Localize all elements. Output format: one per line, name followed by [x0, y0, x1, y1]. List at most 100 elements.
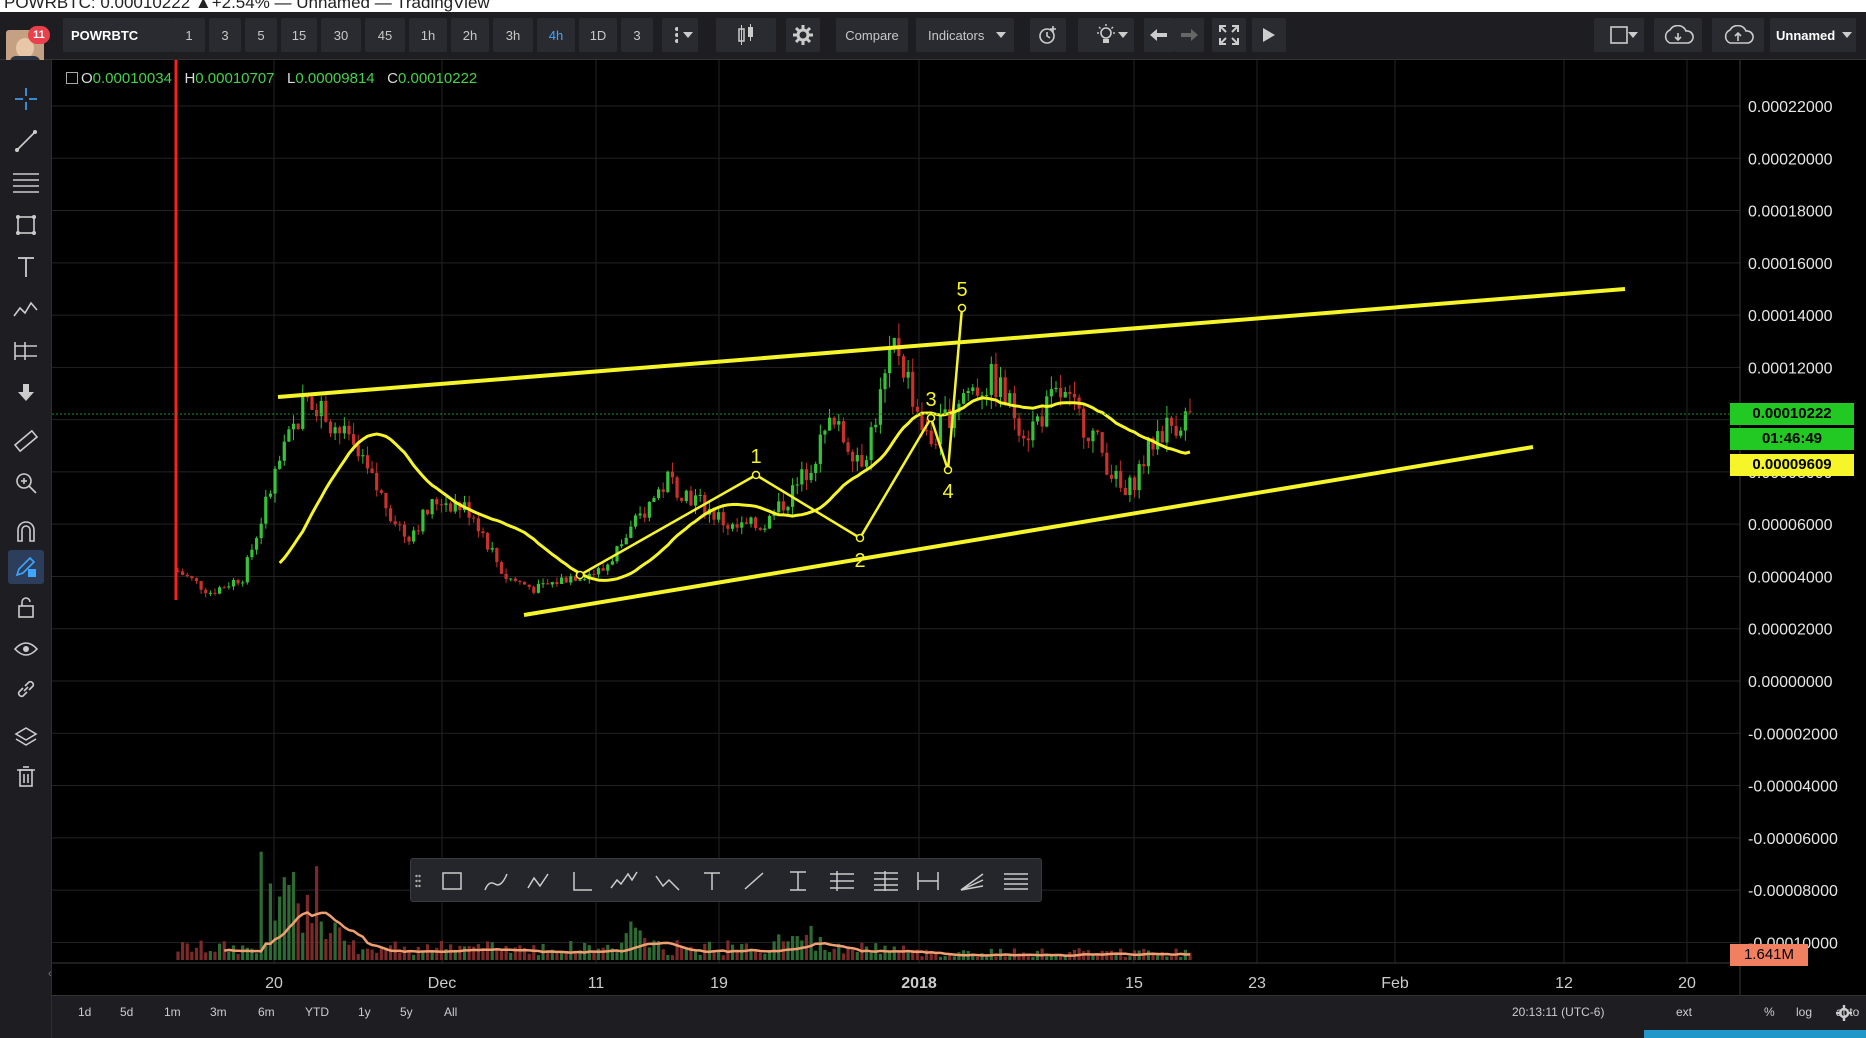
- fav-angle-icon[interactable]: [565, 865, 599, 897]
- ext-toggle[interactable]: ext: [1676, 1005, 1692, 1019]
- price-chart-svg[interactable]: 12345 0.000220000.000200000.000180000.00…: [52, 60, 1866, 995]
- interval-3h[interactable]: 3h: [493, 18, 533, 52]
- cloud-load-icon[interactable]: [1654, 18, 1702, 52]
- chart-style-candles-icon[interactable]: [716, 18, 776, 52]
- candle-body: [1054, 387, 1058, 390]
- range-1y[interactable]: 1y: [358, 1005, 371, 1019]
- candle-body: [181, 571, 185, 575]
- fav-date-range-icon[interactable]: [911, 865, 945, 897]
- candle-body: [365, 455, 370, 469]
- ruler-measure-icon[interactable]: [8, 424, 44, 458]
- rectangle-icon[interactable]: [8, 208, 44, 242]
- interval-3-custom[interactable]: 3: [621, 18, 653, 52]
- text-tool-icon[interactable]: [8, 250, 44, 284]
- stay-in-drawing-mode-icon[interactable]: [8, 550, 44, 584]
- date-tick-label: 20: [1678, 975, 1696, 992]
- candle-body: [754, 517, 758, 529]
- publish-idea-button-partial[interactable]: [1644, 1030, 1866, 1038]
- percent-toggle[interactable]: %: [1764, 1005, 1775, 1019]
- candle-body: [282, 441, 286, 461]
- fav-lines-icon[interactable]: [999, 865, 1033, 897]
- range-6m[interactable]: 6m: [258, 1005, 275, 1019]
- candle-body: [347, 425, 351, 435]
- interval-5[interactable]: 5: [245, 18, 277, 52]
- candle-body: [245, 557, 249, 583]
- fav-rectangle-icon[interactable]: [435, 865, 469, 897]
- trash-icon[interactable]: [8, 760, 44, 794]
- interval-4h[interactable]: 4h: [537, 18, 575, 52]
- trend-line-icon[interactable]: [8, 124, 44, 158]
- fav-price-range-icon[interactable]: [781, 865, 815, 897]
- settings-gear-icon[interactable]: [786, 18, 820, 52]
- chart-settings-gear-icon[interactable]: [1836, 1005, 1852, 1026]
- interval-3[interactable]: 3: [209, 18, 241, 52]
- fullscreen-icon[interactable]: [1212, 18, 1246, 52]
- candle-body: [222, 587, 226, 589]
- compare-button[interactable]: Compare: [836, 18, 908, 52]
- fav-fib-fan-icon[interactable]: [955, 865, 989, 897]
- chart-pane[interactable]: 12345 0.00022000 0.00020000 0.00018000 0.00…: [52, 60, 1866, 995]
- fav-trend-line-icon[interactable]: [737, 865, 771, 897]
- fav-elliott-correction-icon[interactable]: [651, 865, 685, 897]
- fav-pitchfork-icon[interactable]: [825, 865, 859, 897]
- undo-icon[interactable]: [1144, 18, 1174, 52]
- redo-icon[interactable]: [1174, 18, 1204, 52]
- fav-elliott-impulse-icon[interactable]: [607, 865, 641, 897]
- replay-play-icon[interactable]: [1252, 18, 1286, 52]
- arrow-down-icon[interactable]: [8, 376, 44, 410]
- lock-drawings-icon[interactable]: [8, 590, 44, 624]
- range-3m[interactable]: 3m: [210, 1005, 227, 1019]
- interval-30[interactable]: 30: [321, 18, 361, 52]
- range-1d[interactable]: 1d: [78, 1005, 91, 1019]
- link-icon[interactable]: [8, 672, 44, 706]
- range-all[interactable]: All: [444, 1005, 457, 1019]
- magnet-icon[interactable]: [8, 514, 44, 548]
- candle-body: [906, 371, 910, 378]
- layout-select-icon[interactable]: [1594, 18, 1644, 52]
- candle-body: [633, 515, 638, 527]
- range-5y[interactable]: 5y: [400, 1005, 413, 1019]
- volume-bar: [661, 949, 665, 960]
- interval-2h[interactable]: 2h: [451, 18, 489, 52]
- candle-body: [1142, 464, 1146, 467]
- layout-name-button[interactable]: Unnamed: [1770, 18, 1856, 52]
- interval-45[interactable]: 45: [365, 18, 405, 52]
- visibility-eye-icon[interactable]: [8, 632, 44, 666]
- date-tick-label: 2018: [901, 975, 937, 992]
- volume-bar: [490, 942, 494, 960]
- volume-bar: [809, 925, 813, 960]
- zoom-in-icon[interactable]: [8, 466, 44, 500]
- interval-1[interactable]: 1: [173, 18, 205, 52]
- collapse-legend-icon[interactable]: [66, 72, 78, 84]
- fav-fib-retracement-icon[interactable]: [869, 865, 903, 897]
- candle-body: [994, 364, 998, 397]
- interval-15[interactable]: 15: [281, 18, 317, 52]
- fav-abcd-pattern-icon[interactable]: [522, 865, 556, 897]
- wave-label-2: 2: [854, 550, 865, 572]
- crosshair-icon[interactable]: [8, 82, 44, 116]
- fav-brush-icon[interactable]: [479, 865, 513, 897]
- volume-bar: [1091, 955, 1095, 960]
- interval-dropdown-icon[interactable]: [678, 18, 698, 52]
- layers-icon[interactable]: [8, 720, 44, 754]
- cloud-save-icon[interactable]: [1712, 18, 1764, 52]
- range-5d[interactable]: 5d: [120, 1005, 133, 1019]
- drag-handle-icon[interactable]: [411, 865, 425, 897]
- alert-clock-icon[interactable]: [1030, 18, 1066, 52]
- price-tick-label: 0.00016000: [1748, 256, 1833, 273]
- range-ytd[interactable]: YTD: [305, 1005, 329, 1019]
- candle-body: [680, 497, 684, 501]
- prediction-tool-icon[interactable]: [8, 334, 44, 368]
- range-1m[interactable]: 1m: [164, 1005, 181, 1019]
- indicators-button[interactable]: Indicators: [916, 18, 1014, 52]
- symbol-search[interactable]: POWRBTC: [63, 18, 173, 52]
- interval-1h[interactable]: 1h: [409, 18, 447, 52]
- interval-1D[interactable]: 1D: [579, 18, 617, 52]
- idea-lightbulb-icon[interactable]: [1078, 18, 1134, 52]
- log-toggle[interactable]: log: [1796, 1005, 1812, 1019]
- fav-text-icon[interactable]: [695, 865, 729, 897]
- fib-lines-icon[interactable]: [8, 166, 44, 200]
- candle-body: [310, 396, 314, 410]
- candle-body: [333, 427, 337, 434]
- pattern-wave-icon[interactable]: [8, 292, 44, 326]
